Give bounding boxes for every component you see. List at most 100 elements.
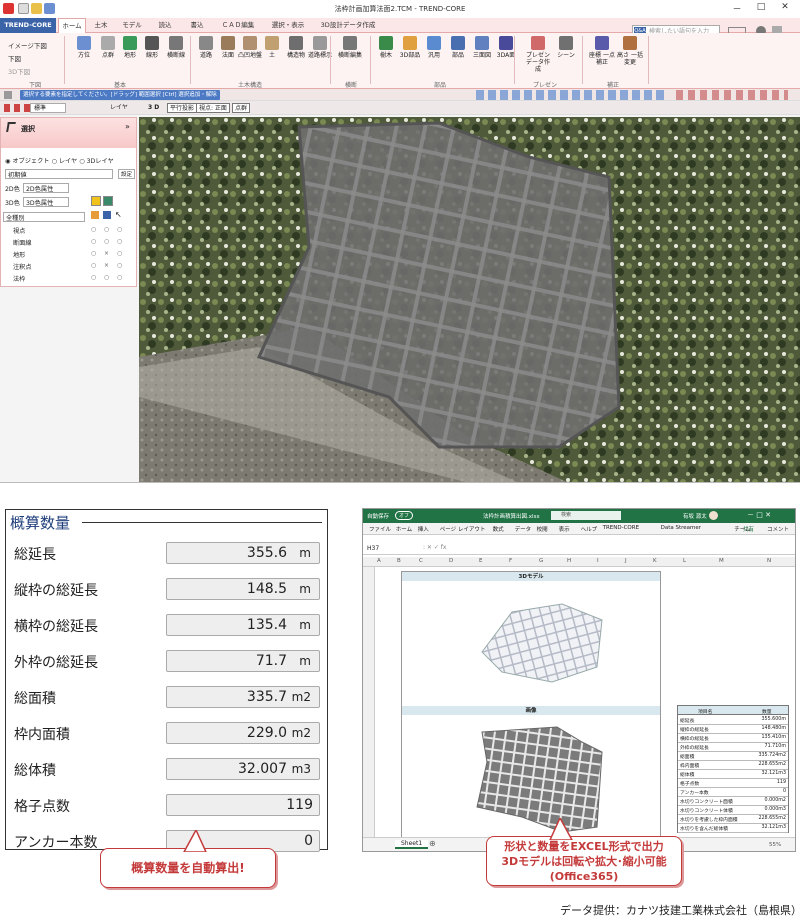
group-label-basic: 基本 — [113, 82, 126, 89]
nav-toolbar-icons[interactable] — [676, 90, 788, 100]
view-toolbar-icons[interactable] — [476, 90, 666, 100]
column-header[interactable]: B — [397, 558, 401, 564]
preset-select[interactable]: 初期値 — [5, 169, 113, 179]
maximize-button[interactable]: □ — [750, 2, 772, 12]
tab-cad-edit[interactable]: ＣＡＤ編集 — [216, 18, 260, 33]
column-header[interactable]: H — [567, 558, 571, 564]
tab-select-view[interactable]: 選択・表示 — [266, 18, 310, 33]
tab-write[interactable]: 書込 — [184, 18, 210, 33]
radio-3d-layer[interactable]: 3Dレイヤ — [87, 158, 114, 165]
element-type-toggle[interactable]: ○ — [117, 274, 122, 281]
minimize-button[interactable]: － — [726, 2, 748, 15]
ribbon-button[interactable]: 3DA面 — [492, 36, 520, 59]
ribbon-button[interactable]: シーン — [552, 36, 580, 59]
window-title: 法枠計画加算法面2.TCM - TREND-CORE — [334, 5, 466, 13]
excel-window-controls[interactable]: － □ ✕ — [747, 510, 771, 520]
group-label-section: 横断 — [344, 82, 357, 89]
excel-menu-item[interactable]: 挿入 — [418, 525, 429, 533]
tab-read[interactable]: 読込 — [152, 18, 178, 33]
column-header[interactable]: I — [597, 558, 599, 564]
excel-menu-item[interactable]: TREND-CORE — [603, 525, 639, 531]
underlay-button[interactable]: 下図 — [8, 53, 21, 63]
bulb-icon[interactable] — [91, 196, 101, 206]
share-button[interactable]: 共有 — [743, 525, 754, 533]
close-button[interactable]: ✕ — [774, 2, 796, 12]
column-header[interactable]: G — [539, 558, 543, 564]
tab-3d-design[interactable]: 3D設計データ作成 — [316, 18, 380, 33]
comment-button[interactable]: コメント — [767, 525, 789, 533]
autosave-toggle[interactable]: オフ — [395, 511, 414, 520]
element-type-toggle[interactable]: ○ — [91, 238, 96, 245]
excel-menu-item[interactable]: ヘルプ — [581, 525, 598, 533]
select-panel: 選択 » ◉ オブジェクト ○ レイヤ ○ 3Dレイヤ 初期値 設定 2D色 2… — [0, 117, 137, 287]
ribbon-button[interactable]: 座標 一点補正 — [588, 36, 616, 66]
collapse-chevron-icon[interactable]: » — [125, 122, 130, 131]
tab-home[interactable]: ホーム — [58, 18, 86, 34]
radio-object[interactable]: オブジェクト — [12, 158, 49, 165]
element-type-toggle[interactable]: × — [104, 250, 109, 257]
ribbon-separator — [514, 36, 515, 84]
excel-menu-item[interactable]: ファイル — [369, 525, 391, 533]
column-header[interactable]: A — [377, 558, 381, 564]
element-type-toggle[interactable]: ○ — [104, 274, 109, 281]
point-cloud-button[interactable]: 点群 — [232, 103, 251, 113]
add-sheet-icon[interactable]: ⊕ — [429, 839, 436, 848]
underlay-3d-button[interactable]: 3D下図 — [8, 66, 30, 76]
sheet-tab[interactable]: Sheet1 — [395, 840, 429, 849]
column-header[interactable]: N — [767, 558, 771, 564]
3d-viewport[interactable] — [139, 117, 800, 482]
element-type-toggle[interactable]: ○ — [91, 250, 96, 257]
element-type-toggle[interactable]: ○ — [117, 226, 122, 233]
element-type-toggle[interactable]: ○ — [91, 226, 96, 233]
attr-3d-select[interactable]: 3D色属性 — [23, 197, 69, 207]
ribbon-button-icon — [289, 36, 303, 50]
excel-window: 自動保存 オフ 法枠計画積算出図.xlsx 検索 有坂 源太 － □ ✕ ファイ… — [362, 508, 796, 852]
excel-menu-item[interactable]: ホーム — [396, 525, 412, 533]
image-underlay-button[interactable]: イメージ下図 — [8, 40, 47, 50]
element-type-toggle[interactable]: ○ — [104, 226, 109, 233]
column-header[interactable]: M — [719, 558, 724, 564]
table-cell-item: 格子点数 — [680, 782, 700, 787]
name-box[interactable]: H37 — [367, 545, 379, 552]
excel-menu-item[interactable]: ページ レイアウト — [440, 525, 486, 533]
ribbon-button[interactable]: 横断編集 — [336, 36, 364, 59]
tab-civil[interactable]: 土木 — [90, 18, 112, 33]
tab-model[interactable]: モデル — [118, 18, 146, 33]
excel-search-input[interactable]: 検索 — [551, 511, 621, 520]
settings-button[interactable]: 設定 — [118, 169, 136, 179]
type-filter-select[interactable]: 全種別 — [3, 212, 85, 222]
attr-2d-select[interactable]: 2D色属性 — [23, 183, 69, 193]
mode-select[interactable]: 標準 — [30, 103, 66, 113]
excel-menu-item[interactable]: データ — [515, 525, 532, 533]
excel-menu-item[interactable]: 数式 — [493, 525, 504, 533]
element-type-toggle[interactable]: ○ — [91, 262, 96, 269]
parallel-projection-button[interactable]: 平行投影 — [167, 103, 198, 113]
element-type-toggle[interactable]: × — [104, 262, 109, 269]
layer-button[interactable]: レイヤ — [110, 103, 128, 113]
ribbon-button[interactable]: 高さ 一括変更 — [616, 36, 644, 66]
element-type-toggle[interactable]: ○ — [117, 250, 122, 257]
excel-menu-item[interactable]: Data Streamer — [661, 525, 701, 531]
target-radio-group[interactable]: ◉ オブジェクト ○ レイヤ ○ 3Dレイヤ — [5, 156, 114, 165]
element-type-toggle[interactable]: ○ — [91, 274, 96, 281]
viewpoint-front-button[interactable]: 視点: 正面 — [196, 103, 230, 113]
layer-color-icon[interactable] — [103, 196, 113, 206]
ribbon-button[interactable]: プレゼン データ作成 — [524, 36, 552, 73]
column-header[interactable]: J — [625, 558, 627, 564]
view-3d-toggle[interactable]: 3 D — [148, 103, 159, 113]
element-type-toggle[interactable]: ○ — [117, 238, 122, 245]
excel-menu-item[interactable]: 校閲 — [537, 525, 548, 533]
3d-model-view[interactable] — [472, 592, 612, 687]
column-header[interactable]: D — [449, 558, 453, 564]
tab-trend-core[interactable]: TREND-CORE — [0, 18, 56, 33]
column-header[interactable]: C — [419, 558, 423, 564]
radio-layer[interactable]: レイヤ — [59, 158, 77, 165]
column-header[interactable]: K — [653, 558, 657, 564]
excel-menu-item[interactable]: 表示 — [559, 525, 570, 533]
element-type-toggle[interactable]: ○ — [117, 262, 122, 269]
column-header[interactable]: L — [683, 558, 686, 564]
element-type-toggle[interactable]: ○ — [104, 238, 109, 245]
ribbon-button[interactable]: 横断線 — [162, 36, 190, 59]
column-header[interactable]: E — [479, 558, 482, 564]
column-header[interactable]: F — [509, 558, 512, 564]
